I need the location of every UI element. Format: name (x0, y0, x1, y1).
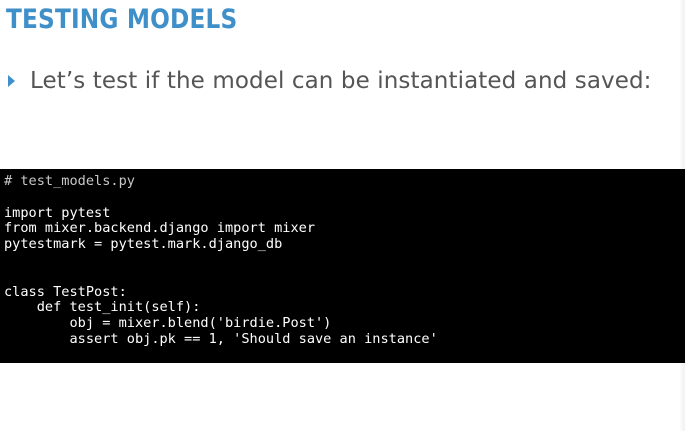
code-line: class TestPost: (4, 283, 127, 300)
code-line: def test_init(self): (4, 299, 201, 316)
code-line: assert obj.pk == 1, 'Should save an inst… (4, 330, 438, 347)
code-text: # test_models.py import pytest from mixe… (0, 169, 685, 348)
code-line: pytestmark = pytest.mark.django_db (4, 236, 283, 253)
code-line: obj = mixer.blend('birdie.Post') (4, 315, 332, 332)
triangle-right-icon (8, 75, 15, 87)
bullet-text: Let’s test if the model can be instantia… (30, 68, 652, 94)
code-line: import pytest (4, 204, 111, 221)
code-line: # test_models.py (4, 173, 135, 189)
slide-title: TESTING MODELS (6, 4, 238, 35)
window-edge (679, 0, 685, 431)
code-block: # test_models.py import pytest from mixe… (0, 169, 685, 363)
bullet-item: Let’s test if the model can be instantia… (8, 68, 652, 94)
code-line: from mixer.backend.django import mixer (4, 220, 315, 237)
